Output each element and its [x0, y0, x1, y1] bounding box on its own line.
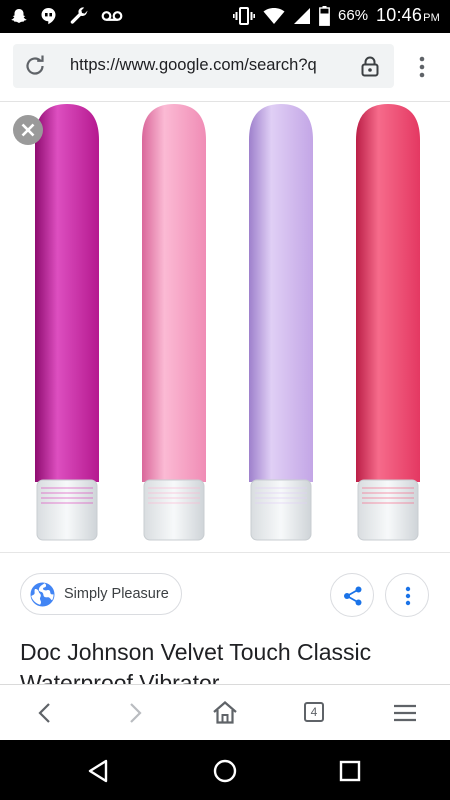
image-preview[interactable] — [0, 102, 450, 553]
lock-icon[interactable] — [359, 55, 381, 77]
wrench-icon — [70, 7, 88, 24]
nav-home-icon[interactable] — [212, 758, 238, 784]
vibrate-icon — [233, 6, 256, 25]
hangouts-icon — [41, 8, 56, 25]
url-text[interactable]: https://www.google.com/search?q — [70, 56, 352, 78]
android-nav-bar — [0, 740, 450, 800]
back-arrow-icon[interactable] — [31, 699, 59, 727]
forward-arrow-icon[interactable] — [121, 699, 149, 727]
product-body — [35, 104, 99, 482]
voicemail-icon — [101, 11, 123, 21]
close-button[interactable] — [13, 115, 43, 145]
browser-toolbar: https://www.google.com/search?q — [0, 33, 450, 102]
share-button[interactable] — [330, 573, 374, 617]
hamburger-menu-icon[interactable] — [391, 699, 419, 727]
product-cap — [357, 479, 419, 541]
product-body — [249, 104, 313, 482]
nav-back-icon[interactable] — [86, 758, 112, 784]
wifi-icon — [263, 7, 285, 24]
product-image — [35, 104, 420, 541]
status-bar: 66% 10:46PM — [0, 0, 450, 33]
battery-icon — [319, 5, 330, 26]
browser-bottom-bar: 4 — [0, 684, 450, 741]
source-chip[interactable]: Simply Pleasure — [20, 573, 182, 615]
more-vert-icon — [405, 586, 411, 606]
globe-icon — [30, 582, 55, 607]
reload-icon[interactable] — [23, 54, 47, 78]
share-icon — [344, 586, 362, 606]
close-icon — [21, 123, 35, 137]
nav-recents-icon[interactable] — [337, 758, 363, 784]
product-cap — [250, 479, 312, 541]
clock: 10:46PM — [376, 5, 440, 26]
product-cap — [36, 479, 98, 541]
snapchat-icon — [11, 9, 27, 23]
menu-icon[interactable] — [412, 55, 432, 79]
product-body — [356, 104, 420, 482]
battery-percent: 66% — [338, 7, 369, 24]
home-icon[interactable] — [211, 699, 239, 727]
clock-time: 10:46 — [376, 5, 423, 25]
product-body — [142, 104, 206, 482]
more-options-button[interactable] — [385, 573, 429, 617]
product-cap — [143, 479, 205, 541]
source-name: Simply Pleasure — [64, 586, 169, 602]
signal-icon — [294, 7, 311, 24]
address-bar[interactable]: https://www.google.com/search?q — [13, 44, 394, 88]
result-title[interactable]: Doc Johnson Velvet Touch Classic Waterpr… — [20, 637, 440, 685]
tab-switcher-button[interactable]: 4 — [304, 702, 324, 722]
clock-ampm: PM — [423, 12, 440, 24]
